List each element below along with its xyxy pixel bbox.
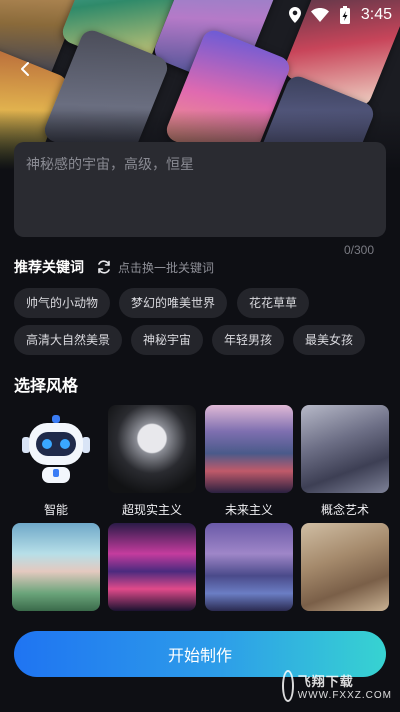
style-option-anime[interactable] (12, 523, 100, 611)
keyword-chip[interactable]: 年轻男孩 (212, 325, 285, 355)
watermark: 飞翔下载 WWW.FXXZ.COM (282, 666, 392, 706)
back-button[interactable] (14, 58, 36, 80)
keyword-title: 推荐关键词 (14, 260, 84, 276)
wifi-icon (310, 8, 329, 22)
style-option-surrealism[interactable]: 超现实主义 (108, 405, 196, 518)
status-bar: 3:45 (288, 4, 392, 26)
style-label: 概念艺术 (320, 503, 369, 517)
keyword-chip[interactable]: 花花草草 (237, 288, 310, 318)
style-thumbnail (108, 405, 196, 493)
refresh-keywords-label: 点击换一批关键词 (118, 260, 215, 275)
keyword-chip[interactable]: 梦幻的唯美世界 (119, 288, 228, 318)
prompt-box (14, 142, 386, 237)
watermark-title: 飞翔下载 (297, 674, 354, 689)
status-time: 3:45 (360, 6, 392, 23)
keyword-chip[interactable]: 帅气的小动物 (14, 288, 111, 318)
battery-charging-icon (339, 6, 351, 24)
style-option-neon-city[interactable] (108, 523, 196, 611)
style-thumbnail (12, 523, 100, 611)
style-thumbnail (205, 523, 293, 611)
keyword-chip[interactable]: 神秘宇宙 (131, 325, 204, 355)
style-label: 智能 (43, 503, 68, 517)
watermark-url: WWW.FXXZ.COM (297, 690, 392, 701)
char-counter: 0/300 (343, 243, 374, 257)
keyword-chip[interactable]: 最美女孩 (293, 325, 366, 355)
style-thumbnail (301, 523, 389, 611)
refresh-keywords-button[interactable]: 点击换一批关键词 (96, 259, 214, 276)
style-option-portrait[interactable] (301, 523, 389, 611)
keyword-chip[interactable]: 高清大自然美景 (14, 325, 123, 355)
style-option-futurism[interactable]: 未来主义 (205, 405, 293, 518)
style-section-title: 选择风格 (14, 376, 79, 395)
style-option-concept-art[interactable]: 概念艺术 (301, 405, 389, 518)
style-option-smart[interactable]: 智能 (12, 405, 100, 518)
location-icon (288, 7, 301, 23)
robot-icon (22, 415, 90, 483)
style-thumbnail (12, 405, 100, 493)
style-thumbnail (301, 405, 389, 493)
style-label: 未来主义 (224, 503, 273, 517)
style-thumbnail (108, 523, 196, 611)
watermark-logo-icon (282, 670, 294, 702)
refresh-icon (98, 260, 110, 274)
prompt-input[interactable] (24, 152, 380, 230)
chevron-left-icon (21, 62, 29, 76)
style-thumbnail (205, 405, 293, 493)
keyword-header: 推荐关键词 点击换一批关键词 (14, 257, 214, 277)
style-label: 超现实主义 (121, 503, 182, 517)
style-option-fantasy[interactable] (205, 523, 293, 611)
